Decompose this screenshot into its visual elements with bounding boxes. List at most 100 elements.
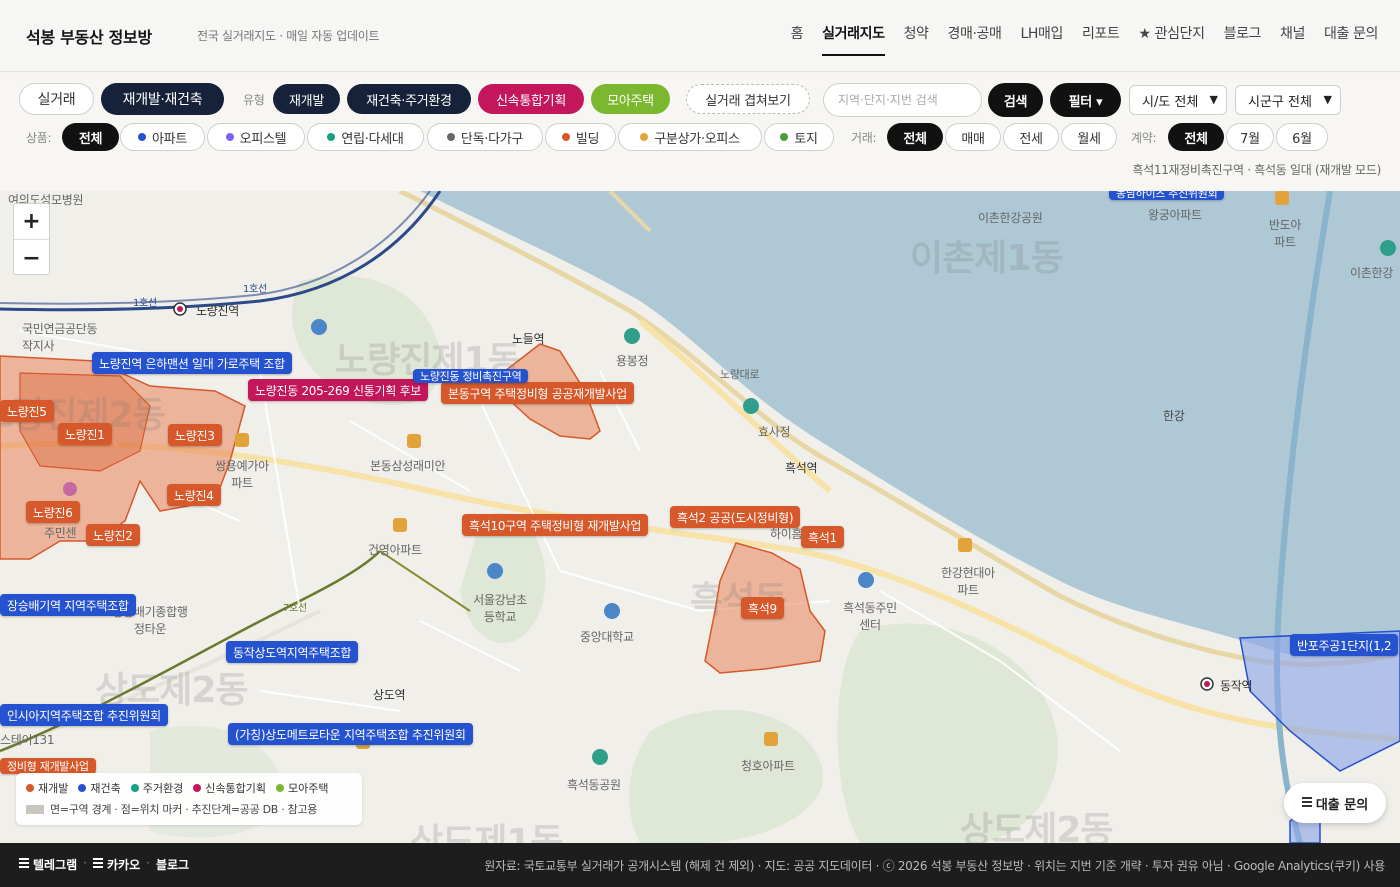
nav-report[interactable]: 리포트 <box>1082 23 1120 56</box>
line7-label: 7호선 <box>283 603 307 614</box>
zone-tag[interactable]: 노량진동 정비촉진구역 <box>413 369 529 383</box>
zoom-out-button[interactable]: − <box>14 240 49 276</box>
contract-jul-chip[interactable]: 7월 <box>1226 123 1274 151</box>
product-building-chip[interactable]: 빌딩 <box>545 123 616 151</box>
nav-blog[interactable]: 블로그 <box>1224 23 1262 56</box>
zone-tag[interactable]: 장승배기역 지역주택조합 <box>0 594 136 616</box>
deal-all-chip[interactable]: 전체 <box>887 123 943 151</box>
product-villa-chip[interactable]: 연립·다세대 <box>307 123 424 151</box>
map-canvas[interactable]: 이촌제1동 노량진제1동 노량진제2동 흑석동 상도제2동 상도제1동 상도제2… <box>0 191 1400 843</box>
zone-tag[interactable]: 흑석1 <box>801 526 844 548</box>
product-all-chip[interactable]: 전체 <box>62 123 119 151</box>
zoom-in-button[interactable]: + <box>14 204 49 240</box>
type-label: 유형 <box>243 93 265 107</box>
type-fasttrack-chip[interactable]: 신속통합기획 <box>478 84 584 114</box>
zone-tag[interactable]: (가칭)상도메트로타운 지역주택조합 추진위원회 <box>228 723 473 745</box>
product-house-chip[interactable]: 단독·다가구 <box>427 123 543 151</box>
line1-label-b: 1호선 <box>243 284 267 295</box>
search-input[interactable] <box>823 83 982 117</box>
line1-label-a: 1호선 <box>133 298 157 309</box>
zone-tag[interactable]: 노량진역 은하맨션 일대 가로주택 조합 <box>92 352 292 374</box>
legend-item-rebuild: 재건축 <box>78 780 121 796</box>
zone-tag[interactable]: 노량진1 <box>58 423 112 445</box>
place-geonyeong: 건영아파트 <box>368 543 422 557</box>
sido-select[interactable]: 시/도 전체 ▼ <box>1129 85 1227 115</box>
legend-item-redevelop: 재개발 <box>26 780 68 796</box>
dong-label-ichon1: 이촌제1동 <box>910 238 1064 279</box>
mode-redevelop-button[interactable]: 재개발·재건축 <box>101 83 224 115</box>
zone-tag[interactable]: 정비형 재개발사업 <box>0 758 96 774</box>
zone-tag[interactable]: 본동구역 주택정비형 공공재개발사업 <box>441 382 634 404</box>
deal-monthly-chip[interactable]: 월세 <box>1061 123 1117 151</box>
product-officetel-label: 오피스텔 <box>239 131 287 147</box>
nav-loan-inquiry[interactable]: 대출 문의 <box>1324 23 1378 56</box>
zone-tag[interactable]: 동남하이츠 추진위원회 <box>1109 191 1225 200</box>
place-national-pension: 국민연금공단동작지사 <box>22 322 98 353</box>
overlay-trade-toggle[interactable]: 실거래 겹쳐보기 <box>686 84 810 114</box>
footer-kakao-link[interactable]: 카카오 <box>93 856 140 873</box>
contract-all-chip[interactable]: 전체 <box>1168 123 1224 151</box>
kakao-icon <box>93 858 103 870</box>
nav-auction[interactable]: 경매·공매 <box>948 23 1002 56</box>
nav-favorites[interactable]: ★ 관심단지 <box>1138 23 1205 56</box>
place-hangang: 한강 <box>1163 409 1185 423</box>
footer-telegram-link[interactable]: 텔레그램 <box>19 856 77 873</box>
nav-home[interactable]: 홈 <box>791 23 804 56</box>
land-dot-icon <box>780 133 789 141</box>
filter-button[interactable]: 필터 ▾ <box>1050 83 1121 117</box>
deal-sale-chip[interactable]: 매매 <box>945 123 1001 151</box>
sigungu-select[interactable]: 시군구 전체 ▼ <box>1235 85 1341 115</box>
product-land-label: 토지 <box>794 131 818 147</box>
zone-tag[interactable]: 노량진4 <box>167 484 221 506</box>
nav-lh-purchase[interactable]: LH매입 <box>1021 23 1064 56</box>
zone-tag[interactable]: 동작상도역지역주택조합 <box>226 641 359 663</box>
zone-tag[interactable]: 노량진2 <box>86 524 140 546</box>
product-store-chip[interactable]: 구분상가·오피스 <box>618 123 762 151</box>
legend-note-text: 면=구역 경계 · 점=위치 마커 · 추진단계=공공 DB · 참고용 <box>50 803 318 816</box>
loan-inquiry-button[interactable]: 대출 문의 <box>1284 783 1386 823</box>
nav-channel[interactable]: 채널 <box>1280 23 1305 56</box>
nav-subscription[interactable]: 청약 <box>904 23 929 56</box>
zone-tag[interactable]: 흑석10구역 주택정비형 재개발사업 <box>462 514 649 536</box>
zone-tag[interactable]: 인시아지역주택조합 추진위원회 <box>0 704 168 726</box>
product-land-chip[interactable]: 토지 <box>764 123 834 151</box>
zone-tag[interactable]: 흑석2 공공(도시정비형) <box>670 506 801 528</box>
place-stay131: 스테이131 <box>0 733 55 747</box>
legend-note: 면=구역 경계 · 점=위치 마커 · 추진단계=공공 DB · 참고용 <box>26 801 352 817</box>
document-icon <box>1301 797 1312 809</box>
filter-panel: 실거래 재개발·재건축 유형 재개발 재건축·주거환경 신속통합기획 모아주택 … <box>0 73 1400 191</box>
type-moa-chip[interactable]: 모아주택 <box>591 84 670 114</box>
type-redevelop-chip[interactable]: 재개발 <box>273 84 340 114</box>
zone-tag[interactable]: 반포주공1단지(1,2 <box>1290 634 1399 656</box>
zone-swatch-icon <box>26 804 44 814</box>
zone-tag[interactable]: 노량진6 <box>26 501 80 523</box>
sigungu-select-value: 시군구 전체 <box>1248 94 1312 110</box>
legend-item-env: 주거환경 <box>130 780 183 796</box>
search-button[interactable]: 검색 <box>988 83 1043 117</box>
product-officetel-chip[interactable]: 오피스텔 <box>207 123 305 151</box>
zoom-control: + − <box>13 203 50 275</box>
contract-jun-chip[interactable]: 6월 <box>1276 123 1328 151</box>
place-heukseok-center: 흑석동주민센터 <box>843 601 897 632</box>
zone-tag[interactable]: 노량진3 <box>168 424 222 446</box>
legend-item-moa: 모아주택 <box>275 780 328 796</box>
zone-tag[interactable]: 노량진5 <box>0 400 54 422</box>
zone-tag[interactable]: 노량진동 205-269 신통기획 후보 <box>248 379 428 401</box>
product-apt-chip[interactable]: 아파트 <box>120 123 205 151</box>
deal-jeonse-chip[interactable]: 전세 <box>1003 123 1059 151</box>
mode-trade-button[interactable]: 실거래 <box>19 83 94 115</box>
dong-label-sangdo1: 상도제1동 <box>410 822 564 843</box>
dong-label-sangdo2-east: 상도제2동 <box>960 810 1114 843</box>
type-rebuild-chip[interactable]: 재건축·주거환경 <box>347 84 471 114</box>
place-hyosajeong: 효사정 <box>758 425 791 439</box>
place-hangang-hyundai: 한강현대아파트 <box>941 566 995 597</box>
site-brand[interactable]: 석봉 부동산 정보방 <box>26 24 152 48</box>
zone-tag[interactable]: 흑석9 <box>741 597 784 619</box>
loan-inquiry-label: 대출 문의 <box>1315 797 1369 813</box>
footer-blog-link[interactable]: 블로그 <box>156 856 189 873</box>
building-dot-icon <box>561 133 570 141</box>
nav-trade-map[interactable]: 실거래지도 <box>822 23 885 56</box>
villa-dot-icon <box>327 133 336 141</box>
legend-items: 재개발 재건축 주거환경 신속통합기획 모아주택 <box>26 780 352 796</box>
place-chungang-univ: 중앙대학교 <box>580 630 634 644</box>
